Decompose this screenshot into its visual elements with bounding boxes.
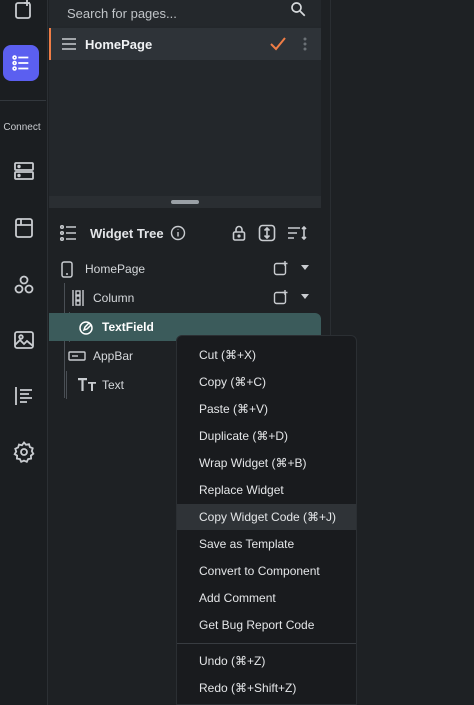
add-widget-icon[interactable] [273,260,289,276]
menu-item-cut[interactable]: Cut (⌘+X) [177,342,356,368]
tree-node-label: HomePage [85,262,146,276]
text-align-icon [15,387,32,405]
menu-item-copy[interactable]: Copy (⌘+C) [177,369,356,395]
tree-node-column[interactable]: Column [49,284,321,312]
menu-item-save-as-template[interactable]: Save as Template [177,531,356,557]
media-assets-button[interactable] [0,320,48,360]
gear-icon [13,441,35,463]
page-search-bar[interactable]: Search for pages... [49,0,321,26]
rail-divider [0,100,46,101]
info-icon[interactable] [170,225,186,241]
tree-node-label: TextField [102,320,154,334]
splitter-handle[interactable] [171,200,199,204]
menu-item-undo[interactable]: Undo (⌘+Z) [177,648,356,674]
appbar-icon [68,351,86,361]
menu-item-duplicate[interactable]: Duplicate (⌘+D) [177,423,356,449]
list-icon [12,55,29,71]
menu-item-replace-widget[interactable]: Replace Widget [177,477,356,503]
phone-icon [61,261,73,278]
storage-button[interactable] [0,208,48,248]
chevron-down-icon[interactable] [301,265,309,271]
menu-item-convert-to-component[interactable]: Convert to Component [177,558,356,584]
more-options-icon[interactable] [303,37,307,51]
left-rail: Connect [0,0,48,705]
add-page-button[interactable] [0,0,48,30]
page-selector-button[interactable] [3,45,39,81]
menu-item-redo[interactable]: Redo (⌘+Shift+Z) [177,675,356,701]
tree-node-label: Text [102,378,125,392]
menu-item-wrap-widget[interactable]: Wrap Widget (⌘+B) [177,450,356,476]
image-icon [14,331,34,349]
tree-list-icon [59,224,76,242]
api-calls-button[interactable] [0,376,48,416]
menu-item-copy-widget-code[interactable]: Copy Widget Code (⌘+J) [177,504,356,530]
panel-splitter[interactable] [49,196,321,208]
chevron-down-icon[interactable] [301,294,309,300]
lock-icon[interactable] [230,224,248,242]
context-menu: Cut (⌘+X) Copy (⌘+C) Paste (⌘+V) Duplica… [176,335,357,705]
text-icon [78,378,96,391]
database-icon [14,162,34,180]
tree-node-label: AppBar [93,349,134,363]
search-icon[interactable] [289,0,307,18]
folder-icon [15,218,33,238]
menu-item-paste[interactable]: Paste (⌘+V) [177,396,356,422]
page-item-homepage[interactable]: HomePage [49,28,321,60]
menu-item-add-comment[interactable]: Add Comment [177,585,356,611]
tree-node-label: Column [93,291,135,305]
add-widget-icon[interactable] [273,289,289,305]
search-input[interactable]: Search for pages... [67,6,177,21]
widget-tree-title: Widget Tree [90,226,164,241]
settings-button[interactable] [0,432,48,472]
hamburger-icon [62,38,76,50]
menu-item-get-bug-report-code[interactable]: Get Bug Report Code [177,612,356,638]
sort-icon[interactable] [286,224,308,242]
menu-separator [177,643,356,644]
widget-tree-header: Widget Tree [49,208,321,258]
check-icon [270,37,286,51]
expand-collapse-icon[interactable] [257,223,277,243]
integrations-button[interactable] [0,265,48,305]
tree-node-homepage[interactable]: HomePage [49,255,321,283]
column-icon [72,290,84,306]
connect-label: Connect [3,122,41,133]
page-item-label: HomePage [85,36,153,52]
add-page-icon [15,0,31,19]
integrations-icon [14,275,34,294]
edit-icon [79,321,93,335]
database-button[interactable] [0,151,48,191]
